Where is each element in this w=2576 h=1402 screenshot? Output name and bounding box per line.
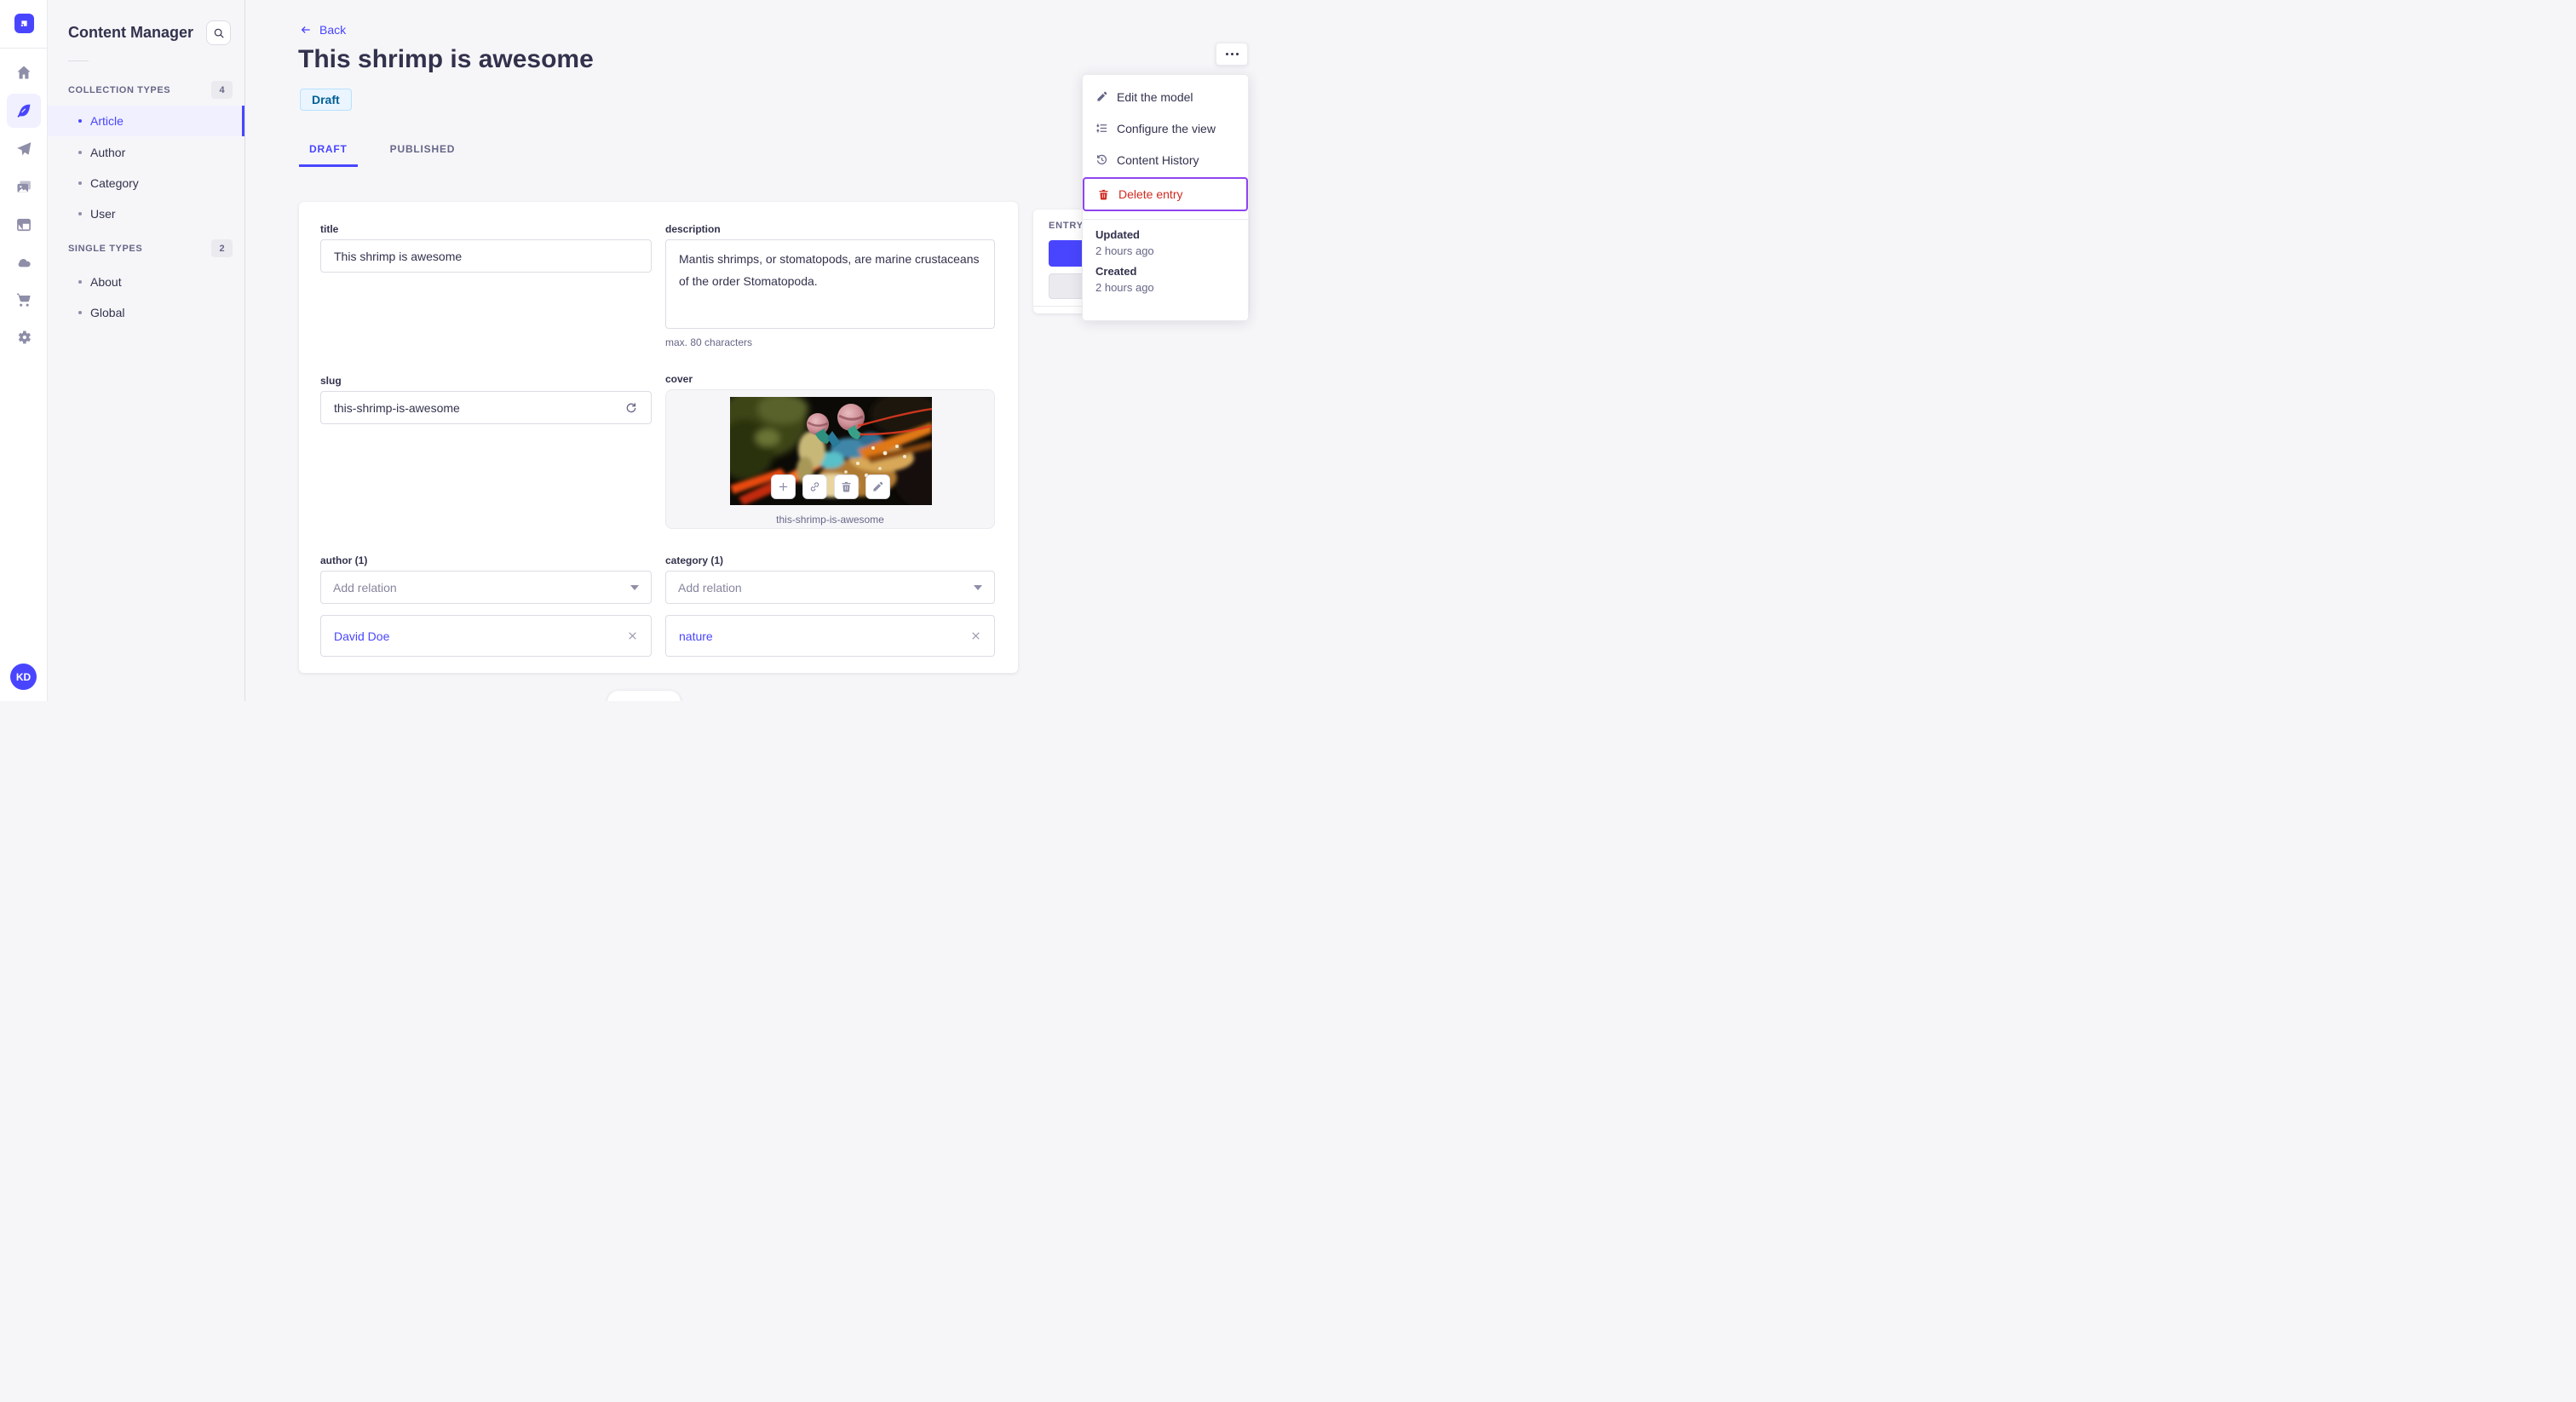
refresh-icon (626, 402, 636, 412)
single-types-count-badge: 2 (211, 239, 233, 257)
remove-category-button[interactable] (970, 630, 981, 641)
menu-item-content-history[interactable]: Content History (1083, 144, 1248, 175)
created-label: Created (1095, 265, 1137, 278)
marketplace-cart-icon[interactable] (7, 283, 41, 317)
trash-icon (842, 481, 850, 492)
bullet-icon (78, 151, 82, 154)
back-link[interactable]: Back (299, 23, 346, 37)
relation-link-david-doe[interactable]: David Doe (334, 629, 389, 643)
send-icon[interactable] (7, 132, 41, 166)
close-icon (972, 632, 980, 640)
bullet-icon (78, 212, 82, 215)
author-field-label: author (1) (320, 554, 368, 566)
remove-author-button[interactable] (627, 630, 638, 641)
collection-types-count-badge: 4 (211, 81, 233, 99)
add-asset-button[interactable] (770, 474, 796, 499)
sidebar-item-category[interactable]: Category (48, 168, 244, 198)
sidebar-rule (68, 60, 89, 61)
menu-item-delete-entry[interactable]: Delete entry (1083, 177, 1248, 211)
tab-draft[interactable]: DRAFT (299, 138, 358, 167)
link-icon (810, 482, 819, 491)
history-clock-icon (1096, 154, 1107, 164)
cover-carousel: this-shrimp-is-awesome (665, 389, 995, 529)
author-add-relation-combobox[interactable]: Add relation (320, 571, 652, 604)
description-textarea[interactable]: Mantis shrimps, or stomatopods, are mari… (665, 239, 995, 329)
main-nav-rail: KD (0, 0, 48, 701)
menu-item-configure-the-view[interactable]: Configure the view (1083, 112, 1248, 144)
home-icon[interactable] (7, 55, 41, 89)
media-library-icon[interactable] (7, 170, 41, 204)
category-relation-item: nature (665, 615, 995, 657)
slug-field-label: slug (320, 375, 342, 387)
created-value: 2 hours ago (1095, 281, 1154, 294)
description-helper-text: max. 80 characters (665, 336, 753, 348)
updated-value: 2 hours ago (1095, 244, 1154, 257)
pencil-icon (872, 481, 883, 491)
search-icon (214, 28, 224, 38)
section-single-types: SINGLE TYPES (68, 243, 143, 254)
content-feather-icon[interactable] (6, 94, 41, 128)
sidebar-item-about[interactable]: About (48, 267, 244, 297)
menu-item-edit-the-model[interactable]: Edit the model (1083, 81, 1248, 112)
cover-filename: this-shrimp-is-awesome (776, 514, 884, 526)
copy-link-button[interactable] (802, 474, 827, 499)
content-manager-sidebar: Content Manager COLLECTION TYPES 4 Artic… (48, 0, 245, 701)
category-field-label: category (1) (665, 554, 724, 566)
pencil-icon (1097, 91, 1107, 101)
entry-panel-title: ENTRY (1049, 221, 1084, 231)
updated-label: Updated (1095, 228, 1140, 241)
edit-asset-button[interactable] (865, 474, 890, 499)
relation-link-nature[interactable]: nature (679, 629, 713, 643)
scroll-pill[interactable] (607, 691, 681, 701)
rail-divider (0, 48, 48, 49)
settings-gear-icon[interactable] (7, 320, 41, 354)
status-badge: Draft (300, 89, 352, 111)
configure-list-icon (1096, 124, 1107, 133)
title-field-label: title (320, 223, 339, 235)
regenerate-slug-button[interactable] (624, 401, 638, 415)
bullet-icon (78, 181, 82, 185)
sidebar-item-global[interactable]: Global (48, 297, 244, 328)
close-icon (629, 632, 636, 640)
chevron-down-icon (630, 584, 639, 590)
bullet-icon (78, 280, 82, 284)
delete-asset-button[interactable] (833, 474, 859, 499)
cover-toolbar (770, 474, 890, 499)
cover-field-label: cover (665, 373, 693, 385)
tab-published[interactable]: PUBLISHED (380, 138, 466, 167)
entry-form-card: title This shrimp is awesome description… (299, 202, 1018, 673)
category-add-relation-combobox[interactable]: Add relation (665, 571, 995, 604)
title-input[interactable]: This shrimp is awesome (320, 239, 652, 273)
more-options-menu: Edit the model Configure the view Conten… (1082, 74, 1249, 321)
section-collection-types: COLLECTION TYPES (68, 84, 171, 95)
strapi-logo[interactable] (14, 14, 34, 33)
page-title: This shrimp is awesome (298, 45, 594, 73)
search-button[interactable] (206, 20, 231, 45)
app-window: KD Content Manager COLLECTION TYPES 4 Ar… (0, 0, 1288, 701)
cloud-icon[interactable] (7, 245, 41, 279)
sidebar-title: Content Manager (68, 24, 194, 41)
menu-divider (1083, 219, 1248, 220)
bullet-icon (78, 311, 82, 314)
user-avatar[interactable]: KD (10, 664, 37, 690)
author-relation-item: David Doe (320, 615, 652, 657)
ellipsis-icon (1225, 53, 1228, 55)
plus-icon (779, 482, 787, 491)
more-options-button[interactable] (1216, 43, 1248, 66)
chevron-down-icon (974, 584, 982, 590)
layout-icon[interactable] (7, 208, 41, 242)
bullet-icon (78, 119, 82, 123)
description-field-label: description (665, 223, 721, 235)
slug-input[interactable]: this-shrimp-is-awesome (320, 391, 652, 424)
sidebar-item-author[interactable]: Author (48, 137, 244, 168)
trash-icon (1099, 189, 1108, 199)
arrow-left-icon (301, 26, 310, 33)
strapi-logo-icon (20, 20, 27, 26)
sidebar-item-user[interactable]: User (48, 198, 244, 229)
version-tabs: DRAFT PUBLISHED (299, 138, 465, 167)
sidebar-item-article[interactable]: Article (48, 106, 244, 136)
